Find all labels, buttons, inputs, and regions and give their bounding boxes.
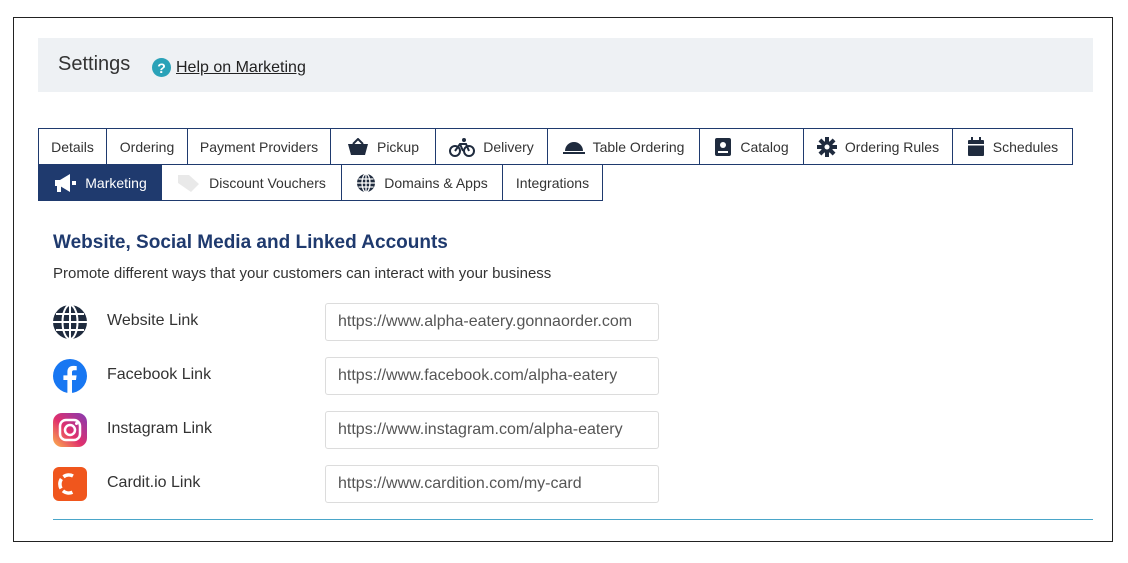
tab-integrations[interactable]: Integrations [502, 164, 603, 201]
help-link[interactable]: Help on Marketing [176, 59, 306, 77]
tab-table-ordering[interactable]: Table Ordering [547, 128, 700, 165]
tab-details[interactable]: Details [38, 128, 107, 165]
tab-schedules[interactable]: Schedules [952, 128, 1073, 165]
settings-header: Settings ? Help on Marketing [38, 38, 1093, 92]
tag-icon [178, 174, 200, 192]
tab-row-2: Marketing Discount Vouchers Domains & Ap… [38, 164, 603, 201]
tab-row-1: Details Ordering Payment Providers Picku… [38, 128, 1073, 165]
tab-pickup[interactable]: Pickup [330, 128, 436, 165]
tab-delivery[interactable]: Delivery [435, 128, 548, 165]
facebook-link-label: Facebook Link [107, 366, 212, 383]
instagram-link-row: Instagram Link [52, 411, 672, 449]
cardit-link-row: Cardit.io Link [52, 465, 672, 503]
gear-icon [816, 136, 837, 157]
facebook-icon [53, 359, 87, 393]
tab-domains-apps[interactable]: Domains & Apps [341, 164, 503, 201]
website-link-input[interactable] [325, 303, 659, 341]
facebook-link-input[interactable] [325, 357, 659, 395]
tab-discount-vouchers[interactable]: Discount Vouchers [161, 164, 342, 201]
cardit-icon [53, 467, 87, 501]
website-link-row: Website Link [52, 303, 672, 341]
tab-catalog[interactable]: Catalog [699, 128, 804, 165]
section-divider [53, 519, 1093, 520]
basket-icon [347, 137, 368, 155]
help-link-container[interactable]: ? Help on Marketing [152, 58, 306, 77]
section-title: Website, Social Media and Linked Account… [53, 232, 448, 253]
instagram-link-input[interactable] [325, 411, 659, 449]
globe-icon [357, 172, 376, 193]
tab-marketing[interactable]: Marketing [38, 164, 162, 201]
section-subtitle: Promote different ways that your custome… [53, 265, 552, 282]
book-icon [715, 137, 732, 156]
bicycle-icon [449, 137, 476, 157]
cardit-link-input[interactable] [325, 465, 659, 503]
instagram-link-label: Instagram Link [107, 420, 212, 437]
page-title: Settings [58, 53, 131, 75]
calendar-icon [967, 136, 984, 156]
tab-ordering[interactable]: Ordering [106, 128, 188, 165]
website-link-label: Website Link [107, 312, 199, 329]
question-icon[interactable]: ? [152, 58, 171, 77]
cloche-icon [562, 141, 585, 154]
facebook-link-row: Facebook Link [52, 357, 672, 395]
megaphone-icon [55, 173, 77, 192]
globe-icon [53, 304, 87, 340]
cardit-link-label: Cardit.io Link [107, 474, 201, 491]
tab-payment-providers[interactable]: Payment Providers [187, 128, 331, 165]
instagram-icon [53, 413, 87, 447]
tab-ordering-rules[interactable]: Ordering Rules [803, 128, 953, 165]
